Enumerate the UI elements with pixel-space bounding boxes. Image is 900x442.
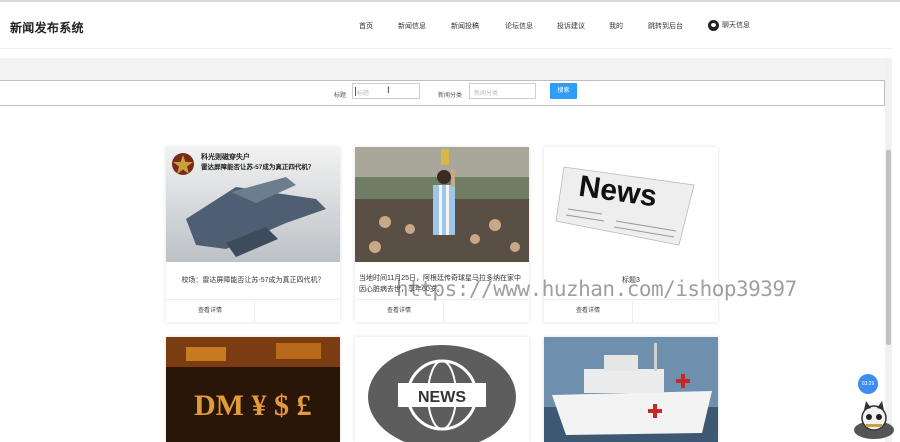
scrollbar-thumb[interactable] <box>886 150 891 345</box>
search-button[interactable]: 搜索 <box>550 83 577 99</box>
news-image-stadium[interactable] <box>355 147 529 262</box>
news-image-jet[interactable]: 科光则磁穿失户 雷达屏障能否让苏-57成为真正四代机？ <box>166 147 340 262</box>
chat-label: 聊天信息 <box>722 22 750 29</box>
search-bar: 标题 标题 新闻分类 新闻分类 搜索 <box>0 80 885 106</box>
banner-strip <box>0 58 892 80</box>
nav-forum[interactable]: 论坛信息 <box>505 21 533 31</box>
header-divider <box>0 48 892 49</box>
nav-home[interactable]: 首页 <box>359 21 373 31</box>
image-caption-line2: 雷达屏障能否让苏-57成为真正四代机？ <box>201 162 314 171</box>
news-image-currency[interactable]: DM ¥ $ £ <box>166 337 340 442</box>
currency-symbols: DM ¥ $ £ <box>194 389 311 422</box>
view-details-button[interactable]: 查看详情 <box>355 300 444 322</box>
nav-news[interactable]: 新闻信息 <box>398 21 426 31</box>
chat-bubble-icon <box>708 19 719 31</box>
news-globe-text: NEWS <box>418 389 466 406</box>
title-input[interactable]: 标题 <box>352 83 420 99</box>
news-card[interactable] <box>544 337 718 442</box>
news-title[interactable]: 校场：雷达屏障能否让苏-57成为真正四代机？ <box>166 275 340 286</box>
news-card[interactable]: NEWS <box>355 337 529 442</box>
nav-chat[interactable]: 聊天信息 <box>708 18 750 32</box>
view-details-button[interactable]: 查看详情 <box>166 300 255 322</box>
view-details-button[interactable]: 查看详情 <box>544 300 633 322</box>
news-image-hospital-ship[interactable] <box>544 337 718 442</box>
news-image-newspaper[interactable]: News <box>544 147 718 262</box>
cat-mascot-icon[interactable] <box>852 400 896 440</box>
category-input[interactable]: 新闻分类 <box>469 83 536 99</box>
float-timer-badge[interactable]: 03:29 <box>858 374 878 394</box>
news-image-news-globe[interactable]: NEWS <box>355 337 529 442</box>
mouse-cursor-icon: I <box>387 86 390 96</box>
watermark-text: https://www.huzhan.com/ishop39397 <box>396 277 797 301</box>
news-card[interactable]: 科光则磁穿失户 雷达屏障能否让苏-57成为真正四代机？ 校场：雷达屏障能否让苏-… <box>166 147 340 322</box>
news-card[interactable]: DM ¥ $ £ <box>166 337 340 442</box>
header: 新闻发布系统 首页 新闻信息 新闻投稿 论坛信息 投诉建议 我的 跳转到后台 聊… <box>0 2 892 48</box>
text-caret <box>355 87 356 96</box>
title-label: 标题 <box>334 93 347 99</box>
nav-admin[interactable]: 跳转到后台 <box>648 21 683 31</box>
category-label: 新闻分类 <box>438 93 463 99</box>
nav-complaints[interactable]: 投诉建议 <box>557 21 585 31</box>
nav-mine[interactable]: 我的 <box>609 21 623 31</box>
image-caption-line1: 科光则磁穿失户 <box>201 152 250 161</box>
nav-submit-news[interactable]: 新闻投稿 <box>451 21 479 31</box>
site-title: 新闻发布系统 <box>10 21 84 35</box>
